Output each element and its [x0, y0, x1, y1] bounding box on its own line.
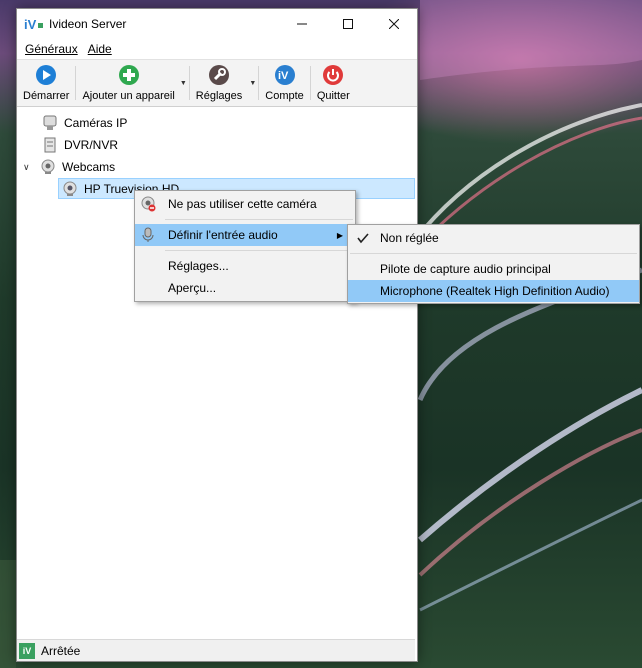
start-label: Démarrer [23, 90, 70, 102]
title-bar[interactable]: iV Ivideon Server [17, 9, 417, 39]
menu-item-label: Définir l'entrée audio [168, 228, 278, 242]
wrench-icon [207, 63, 231, 87]
settings-label: Réglages [195, 90, 243, 102]
microphone-icon [139, 226, 157, 244]
tree-item-dvr-nvr[interactable]: DVR/NVR [41, 135, 118, 155]
webcam-icon [39, 158, 57, 176]
app-window: iV Ivideon Server Généraux Aide Démarrer [16, 8, 418, 662]
window-title: Ivideon Server [49, 17, 127, 31]
menu-item-label: Aperçu... [168, 281, 217, 295]
ivideon-icon: iV [273, 63, 297, 87]
power-icon [321, 63, 345, 87]
minimize-icon [297, 23, 307, 25]
toolbar-separator [75, 66, 77, 100]
status-text: Arrêtée [41, 643, 81, 658]
tree-label: DVR/NVR [64, 138, 119, 152]
ivideon-logo-icon: iV [23, 15, 45, 33]
menu-item-preview[interactable]: Aperçu... [135, 277, 355, 299]
menu-separator [165, 219, 353, 220]
quit-button[interactable]: Quitter [313, 60, 354, 106]
start-button[interactable]: Démarrer [19, 60, 73, 106]
toolbar-separator [188, 66, 190, 100]
toolbar-separator [309, 66, 311, 100]
menu-item-label: Réglages... [168, 259, 229, 273]
settings-button[interactable]: Réglages ▼ [192, 60, 256, 106]
submenu-arrow-icon: ▶ [336, 230, 343, 240]
settings-dropdown-icon[interactable]: ▼ [249, 80, 256, 87]
tree-item-webcams[interactable]: ∨ Webcams [23, 157, 115, 177]
menu-general[interactable]: Généraux [21, 42, 84, 56]
svg-text:iV: iV [24, 17, 37, 32]
plus-icon [117, 63, 141, 87]
toolbar: Démarrer Ajouter un appareil ▼ Réglages … [17, 59, 417, 107]
tree-label: Webcams [62, 160, 116, 174]
dvr-icon [41, 136, 59, 154]
menu-item-disable-camera[interactable]: Ne pas utiliser cette caméra [135, 193, 355, 215]
add-device-dropdown-icon[interactable]: ▼ [180, 80, 187, 87]
submenu-item-primary-driver[interactable]: Pilote de capture audio principal [348, 258, 639, 280]
audio-submenu: Non réglée Pilote de capture audio princ… [347, 224, 640, 304]
device-tree: Caméras IP DVR/NVR ∨ Webcams HP Truevisi… [17, 109, 415, 639]
menu-item-set-audio-input[interactable]: Définir l'entrée audio ▶ [135, 224, 355, 246]
menu-bar: Généraux Aide [17, 39, 417, 59]
tree-label: Caméras IP [64, 116, 128, 130]
maximize-button[interactable] [325, 9, 371, 39]
menu-item-settings[interactable]: Réglages... [135, 255, 355, 277]
play-icon [34, 63, 58, 87]
svg-text:iV: iV [278, 70, 289, 82]
menu-separator [165, 250, 353, 251]
submenu-item-not-set[interactable]: Non réglée [348, 227, 639, 249]
status-bar: iV Arrêtée [17, 639, 415, 661]
ip-camera-icon [41, 114, 59, 132]
ivideon-status-icon: iV [19, 642, 35, 659]
close-button[interactable] [371, 9, 417, 39]
tree-item-ip-cameras[interactable]: Caméras IP [41, 113, 127, 133]
quit-label: Quitter [316, 90, 350, 102]
account-label: Compte [265, 90, 304, 102]
chevron-down-icon[interactable]: ∨ [23, 162, 35, 173]
menu-item-label: Ne pas utiliser cette caméra [168, 197, 317, 211]
add-device-button[interactable]: Ajouter un appareil ▼ [78, 60, 187, 106]
submenu-item-label: Non réglée [380, 231, 439, 245]
account-button[interactable]: iV Compte [261, 60, 308, 106]
menu-help[interactable]: Aide [84, 42, 118, 56]
submenu-item-microphone[interactable]: Microphone (Realtek High Definition Audi… [348, 280, 639, 302]
add-device-label: Ajouter un appareil [82, 90, 175, 102]
checkmark-icon [354, 229, 372, 247]
submenu-item-label: Pilote de capture audio principal [380, 262, 551, 276]
toolbar-separator [258, 66, 260, 100]
disable-camera-icon [139, 195, 157, 213]
minimize-button[interactable] [279, 9, 325, 39]
webcam-icon [61, 180, 79, 198]
menu-separator [350, 253, 637, 254]
context-menu: Ne pas utiliser cette caméra Définir l'e… [134, 190, 356, 302]
close-icon [389, 19, 399, 29]
maximize-icon [343, 19, 353, 29]
submenu-item-label: Microphone (Realtek High Definition Audi… [380, 284, 610, 298]
